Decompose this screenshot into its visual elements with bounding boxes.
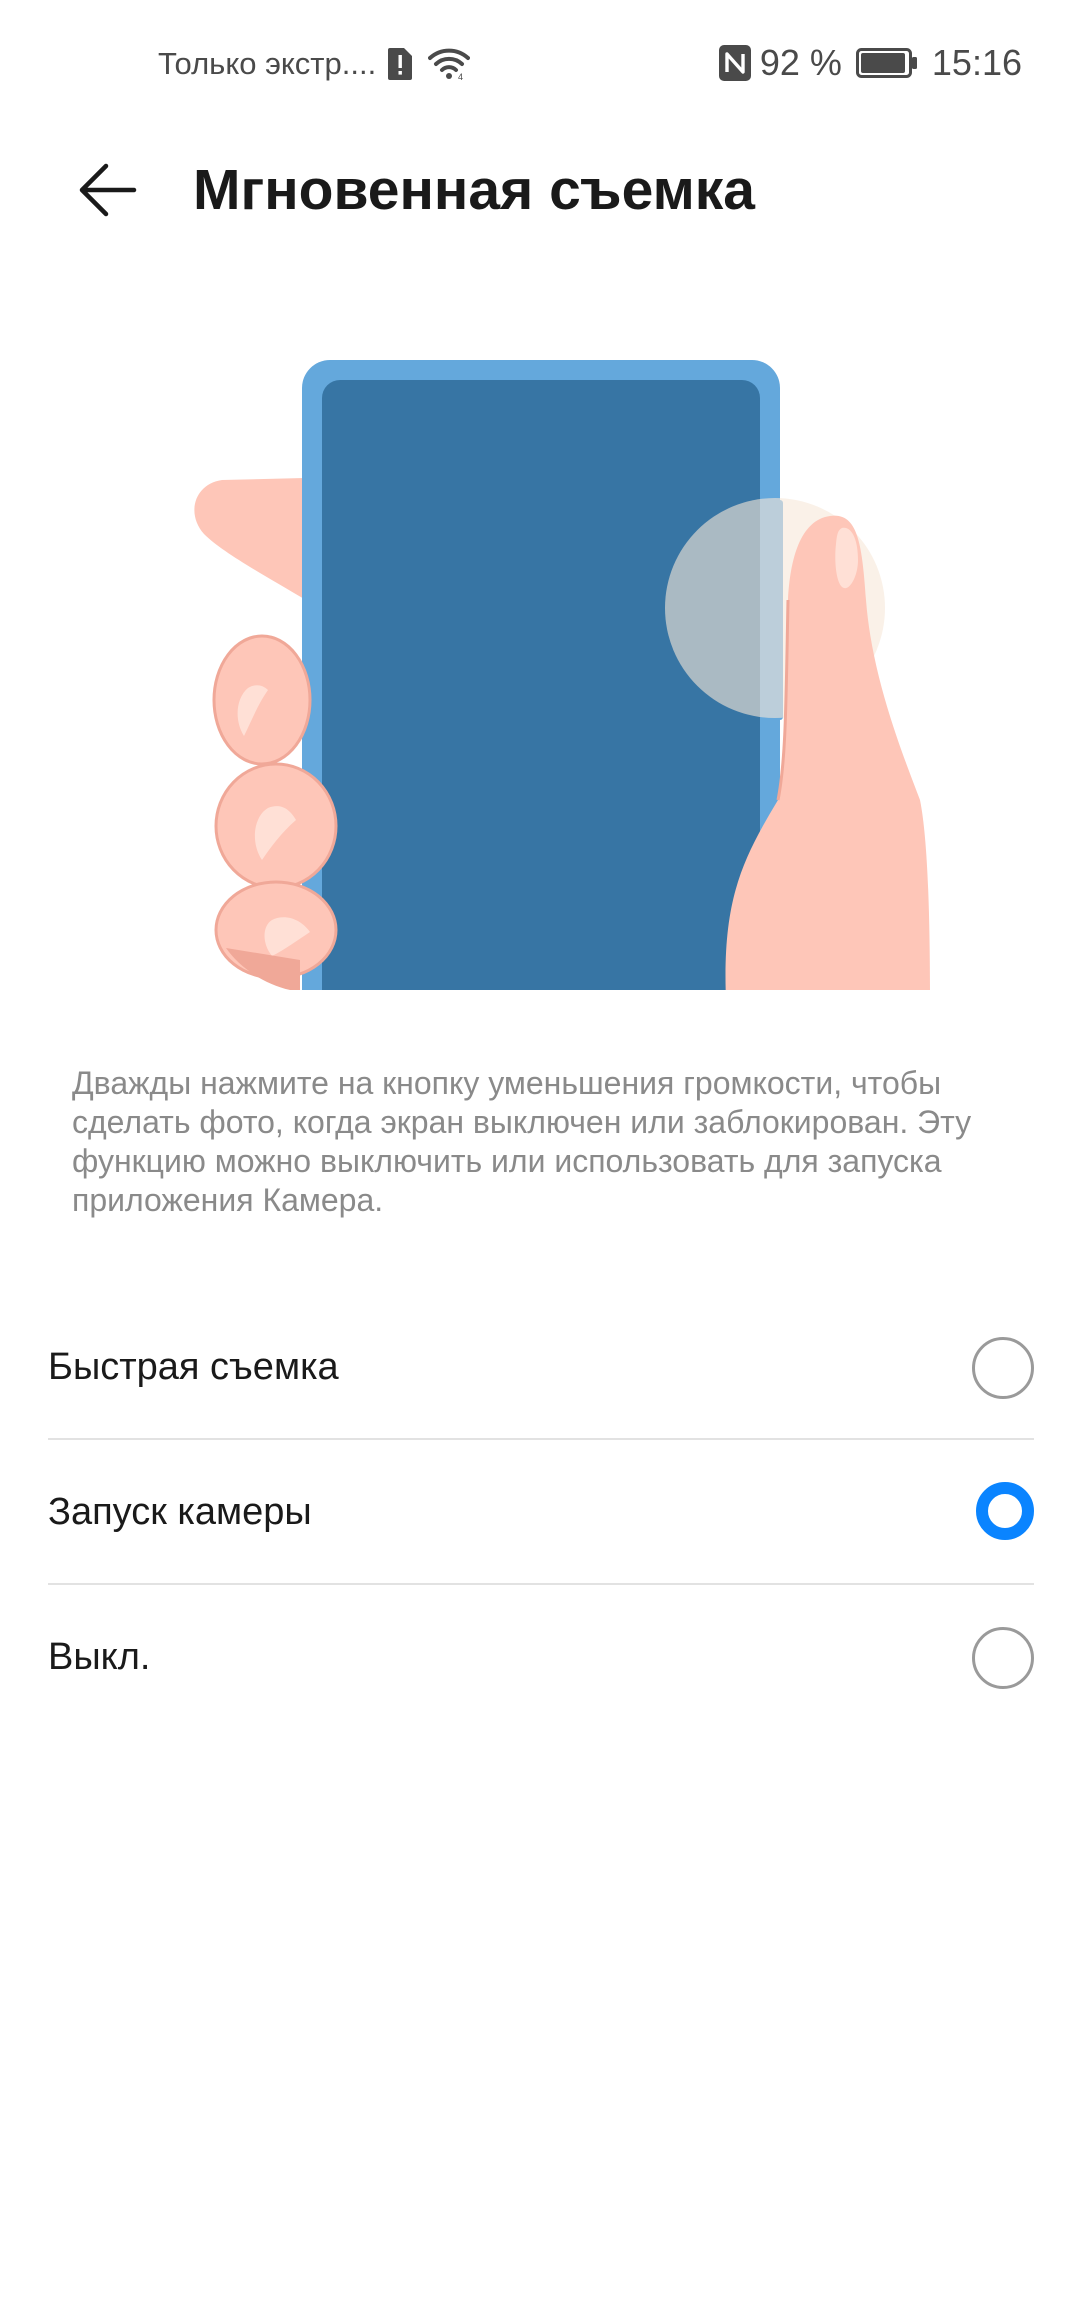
finger-top-left [194,478,306,600]
option-label: Быстрая съемка [48,1346,339,1388]
sim-alert-icon [386,46,414,82]
option-label: Запуск камеры [48,1491,312,1533]
clock: 15:16 [931,42,1022,83]
option-quick-snapshot[interactable]: Быстрая съемка [48,1295,1034,1440]
arrow-left-icon [79,163,137,217]
back-button[interactable] [70,152,146,228]
wifi-icon: 4 [428,47,471,81]
status-right: 92 % 15:16 [718,40,1022,86]
description-text: Дважды нажмите на кнопку уменьшения гром… [72,1065,972,1218]
radio-checked[interactable] [976,1481,1034,1540]
status-left: Только экстр.... 4 [158,44,471,84]
hand-holding-phone-illustration [0,330,1080,992]
carrier-text: Только экстр.... [158,46,377,81]
page-title: Мгновенная съемка [193,158,755,222]
header: Мгновенная съемка [0,126,1080,254]
phone-screen [322,380,760,992]
svg-text:4: 4 [458,72,463,81]
battery-percent: 92 % [759,42,842,83]
status-bar: Только экстр.... 4 92 % 15:16 [0,0,1080,126]
radio-unchecked[interactable] [972,1626,1034,1689]
radio-unchecked[interactable] [972,1336,1034,1399]
option-off[interactable]: Выкл. [48,1585,1034,1730]
option-label: Выкл. [48,1636,151,1678]
battery-icon [855,48,918,78]
options-list: Быстрая съемка Запуск камеры Выкл. [48,1295,1034,1730]
nfc-icon [718,44,752,82]
option-launch-camera[interactable]: Запуск камеры [48,1440,1034,1585]
